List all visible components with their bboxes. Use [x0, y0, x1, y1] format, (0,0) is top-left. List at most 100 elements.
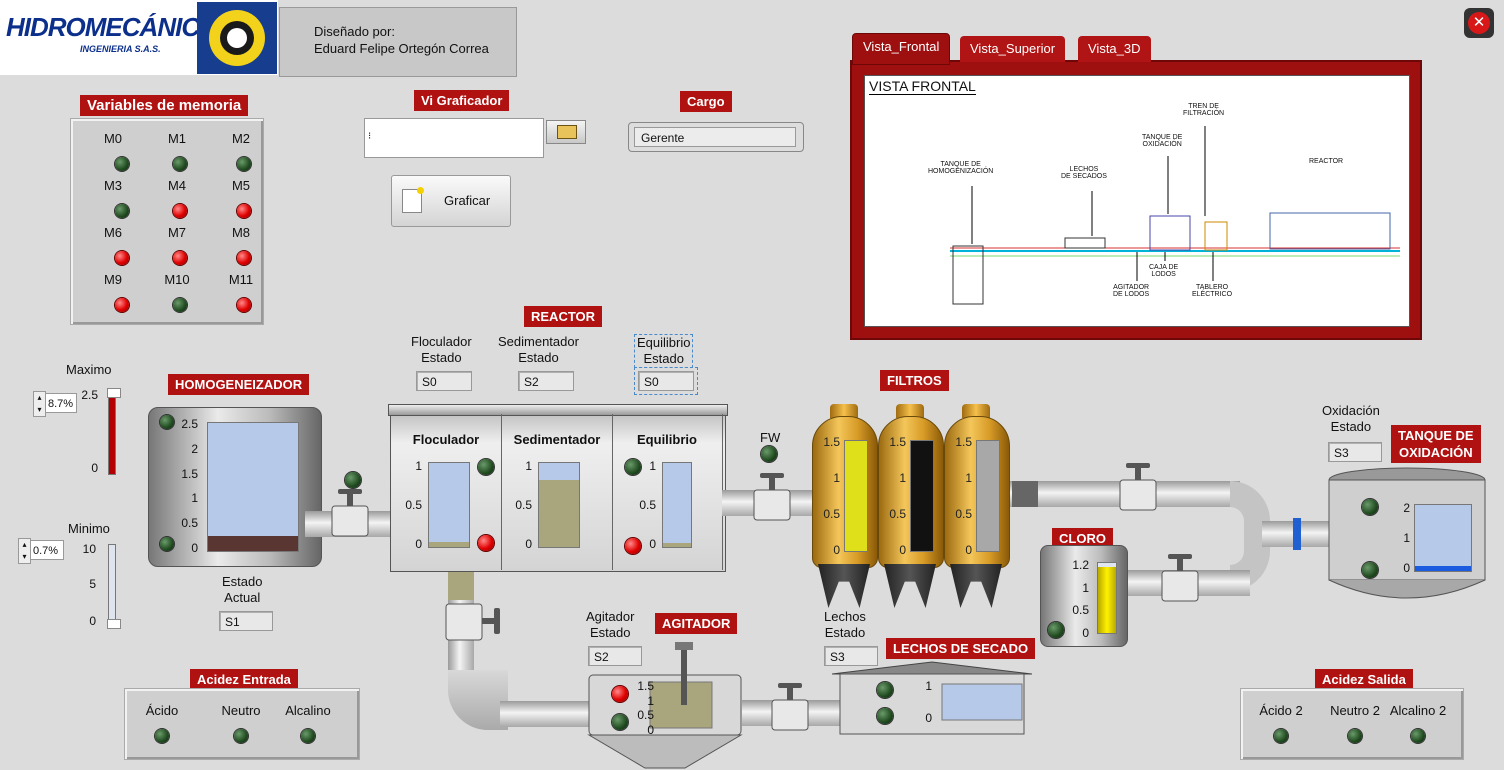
filter-tick-0: 1 — [833, 471, 840, 485]
equil-led-bottom — [625, 538, 641, 554]
fw-led — [761, 446, 777, 462]
label-homogenizacion: TANQUE DE HOMOGENIZACIÓN — [928, 161, 994, 175]
max-slider-track[interactable] — [107, 388, 121, 475]
oxid-water — [1415, 505, 1471, 566]
homog-estado-label: Estado Actual — [222, 574, 263, 605]
lechos-led-top — [877, 682, 893, 698]
filter-tick-0: 0.5 — [823, 507, 840, 521]
lechos-tank — [832, 661, 1032, 735]
filter-legs-1 — [884, 564, 936, 608]
filter-glass-2 — [976, 440, 1000, 552]
homog-estado-value: S1 — [219, 611, 273, 631]
valve-fw[interactable] — [752, 472, 792, 521]
valve-homog[interactable] — [330, 488, 370, 537]
label-reactor: REACTOR — [1309, 158, 1344, 165]
memory-label-m4: M4 — [167, 178, 187, 193]
valve-reactor-down[interactable] — [444, 600, 500, 641]
chamber-water-floculador — [429, 463, 469, 542]
homog-water — [208, 423, 298, 536]
path-control[interactable]: ⁝ — [364, 118, 544, 158]
min-slider-thumb[interactable] — [107, 619, 121, 629]
close-button[interactable]: ✕ — [1464, 8, 1494, 38]
min-slider-track[interactable] — [107, 544, 121, 629]
acidezSalida-led-0 — [1274, 729, 1288, 743]
tab-vista-3d[interactable]: Vista_3D — [1078, 36, 1151, 62]
pipe-blue-coupling — [1293, 518, 1301, 550]
acidez-entrada-panel — [124, 688, 360, 760]
chamber-level-floculador — [429, 541, 469, 547]
label-oxidacion: TANQUE DE OXIDACIÓN — [1142, 134, 1183, 148]
label-tren: TREN DE FILTRACIÓN — [1183, 103, 1225, 117]
reactor-state-label-1: Sedimentador Estado — [498, 334, 579, 365]
filter-level-2 — [977, 441, 999, 551]
chamber-water-sedimentador — [539, 463, 579, 480]
pipe-elbow — [448, 670, 508, 730]
homog-tick-label: 0.5 — [181, 516, 198, 531]
max-scale-top: 2.5 — [81, 388, 98, 402]
memory-label-m0: M0 — [103, 131, 123, 146]
cloro-led — [1048, 622, 1064, 638]
acidezSalida-led-2 — [1411, 729, 1425, 743]
fw-label: FW — [760, 430, 781, 445]
oxid-led-bottom — [1362, 562, 1378, 578]
chamber-title-equilibrio: Equilibrio — [637, 432, 697, 447]
browse-button[interactable] — [546, 120, 586, 144]
lechos-estado-label: Lechos Estado — [824, 609, 866, 640]
tab-vista-superior[interactable]: Vista_Superior — [960, 36, 1066, 62]
cloro-level — [1098, 566, 1116, 633]
memory-led-m4 — [173, 204, 187, 218]
memory-led-m5 — [237, 204, 251, 218]
reactor-state-label-2: Equilibrio Estado — [634, 334, 694, 368]
tab-vista-frontal[interactable]: Vista_Frontal — [852, 33, 951, 65]
acidezSalida-led-1 — [1348, 729, 1362, 743]
memory-led-m2 — [237, 157, 251, 171]
chamber-level-sedimentador — [539, 479, 579, 547]
acidezEntrada-label-0: Ácido — [145, 703, 179, 718]
valve-lechos[interactable] — [770, 682, 810, 731]
min-value[interactable]: 0.7% — [30, 540, 64, 560]
acidezSalida-label-0: Ácido 2 — [1259, 703, 1303, 718]
max-value[interactable]: 8.7% — [45, 393, 77, 413]
filter-glass-0 — [844, 440, 868, 552]
memory-label-m1: M1 — [167, 131, 187, 146]
path-icon: ⁝ — [368, 131, 372, 142]
memory-label-m9: M9 — [103, 272, 123, 287]
acidez-salida-title: Acidez Salida — [1315, 669, 1413, 690]
reactor-state-label-0: Floculador Estado — [411, 334, 472, 365]
designer-name: Eduard Felipe Ortegón Correa — [314, 41, 489, 56]
oxid-estado-value: S3 — [1328, 442, 1382, 462]
memory-led-m9 — [115, 298, 129, 312]
lechos-tick-label: 1 — [925, 679, 932, 693]
chamber-title-sedimentador: Sedimentador — [513, 432, 601, 447]
filter-legs-0 — [818, 564, 870, 608]
chamber-water-equilibrio — [663, 463, 691, 543]
cloro-tick-label: 1 — [1082, 580, 1089, 595]
min-scale-top: 10 — [82, 542, 96, 556]
chamber-tick-floculador: 0.5 — [405, 498, 422, 512]
cargo-value: Gerente — [634, 127, 796, 147]
homog-tick-label: 2.5 — [181, 417, 198, 431]
valve-cloro[interactable] — [1160, 553, 1200, 602]
memory-title: Variables de memoria — [80, 95, 249, 116]
filter-glass-1 — [910, 440, 934, 552]
max-slider-thumb[interactable] — [107, 388, 121, 398]
homog-valve-led — [345, 472, 361, 488]
filter-tick-1: 0.5 — [889, 507, 906, 521]
filter-tick-0: 0 — [833, 543, 840, 557]
acidez-entrada-title: Acidez Entrada — [190, 669, 298, 690]
valve-filtros[interactable] — [1118, 462, 1158, 511]
chamber-tick-floculador: 1 — [415, 459, 422, 473]
chamber-tick-sedimentador: 1 — [525, 459, 532, 473]
reactor-state-value-2: S0 — [634, 367, 698, 395]
acidezSalida-label-2: Alcalino 2 — [1389, 703, 1447, 718]
memory-label-m11: M11 — [228, 272, 254, 287]
memory-led-m7 — [173, 251, 187, 265]
homog-tick-label: 1 — [191, 491, 198, 506]
filter-tick-2: 0 — [965, 543, 972, 557]
pipe-to-agitador — [500, 701, 595, 727]
graficar-button[interactable]: Graficar — [391, 175, 511, 227]
agitador-tank — [587, 642, 743, 769]
label-lechos: LECHOS DE SECADOS — [1061, 166, 1107, 180]
reactor-state-value-0: S0 — [416, 371, 472, 391]
acidezEntrada-led-0 — [155, 729, 169, 743]
